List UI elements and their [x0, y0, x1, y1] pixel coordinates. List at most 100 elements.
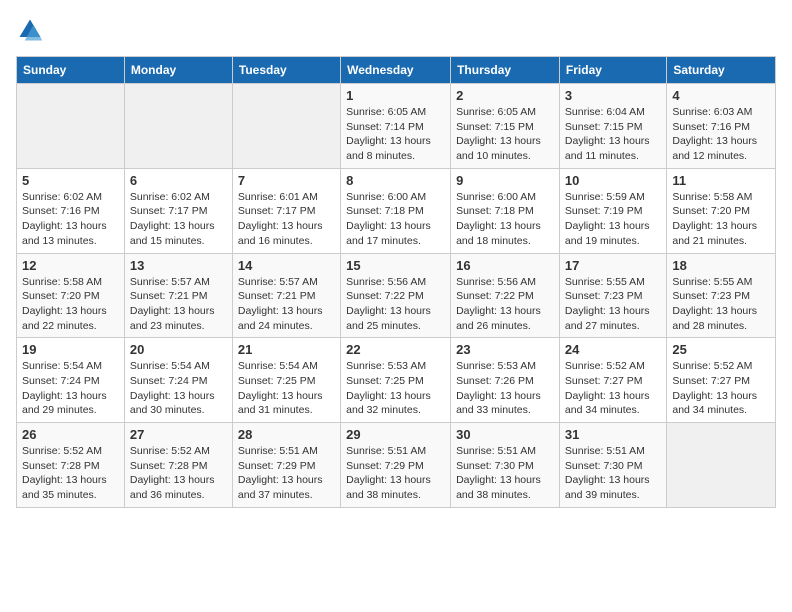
day-info: Sunrise: 5:53 AM Sunset: 7:26 PM Dayligh…: [456, 359, 554, 418]
calendar-cell: 25 Sunrise: 5:52 AM Sunset: 7:27 PM Dayli…: [667, 338, 776, 423]
calendar-cell: 1 Sunrise: 6:05 AM Sunset: 7:14 PM Daylig…: [341, 84, 451, 169]
calendar-cell: 29 Sunrise: 5:51 AM Sunset: 7:29 PM Dayli…: [341, 423, 451, 508]
calendar-cell: 6 Sunrise: 6:02 AM Sunset: 7:17 PM Daylig…: [124, 168, 232, 253]
day-number: 7: [238, 173, 335, 188]
calendar-cell: 11 Sunrise: 5:58 AM Sunset: 7:20 PM Dayli…: [667, 168, 776, 253]
weekday-header: Monday: [124, 57, 232, 84]
day-info: Sunrise: 5:58 AM Sunset: 7:20 PM Dayligh…: [672, 190, 770, 249]
day-info: Sunrise: 5:52 AM Sunset: 7:27 PM Dayligh…: [672, 359, 770, 418]
calendar-cell: 21 Sunrise: 5:54 AM Sunset: 7:25 PM Dayli…: [232, 338, 340, 423]
calendar-cell: 15 Sunrise: 5:56 AM Sunset: 7:22 PM Dayli…: [341, 253, 451, 338]
day-number: 12: [22, 258, 119, 273]
day-number: 25: [672, 342, 770, 357]
calendar-cell: [667, 423, 776, 508]
calendar-cell: 2 Sunrise: 6:05 AM Sunset: 7:15 PM Daylig…: [451, 84, 560, 169]
page-header: [16, 16, 776, 44]
day-info: Sunrise: 6:05 AM Sunset: 7:14 PM Dayligh…: [346, 105, 445, 164]
day-info: Sunrise: 5:51 AM Sunset: 7:29 PM Dayligh…: [346, 444, 445, 503]
calendar-table: SundayMondayTuesdayWednesdayThursdayFrid…: [16, 56, 776, 508]
weekday-header-row: SundayMondayTuesdayWednesdayThursdayFrid…: [17, 57, 776, 84]
calendar-cell: 16 Sunrise: 5:56 AM Sunset: 7:22 PM Dayli…: [451, 253, 560, 338]
calendar-cell: 3 Sunrise: 6:04 AM Sunset: 7:15 PM Daylig…: [559, 84, 666, 169]
day-info: Sunrise: 6:05 AM Sunset: 7:15 PM Dayligh…: [456, 105, 554, 164]
day-info: Sunrise: 6:04 AM Sunset: 7:15 PM Dayligh…: [565, 105, 661, 164]
calendar-week-row: 26 Sunrise: 5:52 AM Sunset: 7:28 PM Dayli…: [17, 423, 776, 508]
day-info: Sunrise: 5:54 AM Sunset: 7:24 PM Dayligh…: [130, 359, 227, 418]
day-number: 9: [456, 173, 554, 188]
day-number: 1: [346, 88, 445, 103]
calendar-cell: 22Sunrise: 5:53 AM Sunset: 7:25 PM Dayli…: [341, 338, 451, 423]
day-number: 11: [672, 173, 770, 188]
day-number: 2: [456, 88, 554, 103]
calendar-cell: [17, 84, 125, 169]
day-info: Sunrise: 6:02 AM Sunset: 7:16 PM Dayligh…: [22, 190, 119, 249]
day-number: 22: [346, 342, 445, 357]
day-info: Sunrise: 5:57 AM Sunset: 7:21 PM Dayligh…: [130, 275, 227, 334]
calendar-cell: 30Sunrise: 5:51 AM Sunset: 7:30 PM Dayli…: [451, 423, 560, 508]
day-info: Sunrise: 5:57 AM Sunset: 7:21 PM Dayligh…: [238, 275, 335, 334]
calendar-week-row: 12 Sunrise: 5:58 AM Sunset: 7:20 PM Dayli…: [17, 253, 776, 338]
day-number: 18: [672, 258, 770, 273]
calendar-cell: 14 Sunrise: 5:57 AM Sunset: 7:21 PM Dayli…: [232, 253, 340, 338]
day-number: 28: [238, 427, 335, 442]
day-info: Sunrise: 5:51 AM Sunset: 7:29 PM Dayligh…: [238, 444, 335, 503]
calendar-cell: 26 Sunrise: 5:52 AM Sunset: 7:28 PM Dayli…: [17, 423, 125, 508]
calendar-cell: 17 Sunrise: 5:55 AM Sunset: 7:23 PM Dayli…: [559, 253, 666, 338]
calendar-cell: 4 Sunrise: 6:03 AM Sunset: 7:16 PM Daylig…: [667, 84, 776, 169]
day-info: Sunrise: 5:54 AM Sunset: 7:25 PM Dayligh…: [238, 359, 335, 418]
calendar-cell: 8Sunrise: 6:00 AM Sunset: 7:18 PM Daylig…: [341, 168, 451, 253]
day-info: Sunrise: 6:02 AM Sunset: 7:17 PM Dayligh…: [130, 190, 227, 249]
calendar-cell: [232, 84, 340, 169]
day-number: 14: [238, 258, 335, 273]
day-info: Sunrise: 6:00 AM Sunset: 7:18 PM Dayligh…: [456, 190, 554, 249]
calendar-cell: 9 Sunrise: 6:00 AM Sunset: 7:18 PM Daylig…: [451, 168, 560, 253]
calendar-cell: 23 Sunrise: 5:53 AM Sunset: 7:26 PM Dayli…: [451, 338, 560, 423]
day-number: 15: [346, 258, 445, 273]
weekday-header: Wednesday: [341, 57, 451, 84]
weekday-header: Tuesday: [232, 57, 340, 84]
calendar-cell: 20Sunrise: 5:54 AM Sunset: 7:24 PM Dayli…: [124, 338, 232, 423]
day-info: Sunrise: 5:59 AM Sunset: 7:19 PM Dayligh…: [565, 190, 661, 249]
calendar-cell: 27Sunrise: 5:52 AM Sunset: 7:28 PM Dayli…: [124, 423, 232, 508]
day-number: 23: [456, 342, 554, 357]
day-info: Sunrise: 5:55 AM Sunset: 7:23 PM Dayligh…: [565, 275, 661, 334]
day-number: 27: [130, 427, 227, 442]
weekday-header: Friday: [559, 57, 666, 84]
day-info: Sunrise: 5:52 AM Sunset: 7:28 PM Dayligh…: [22, 444, 119, 503]
day-info: Sunrise: 5:56 AM Sunset: 7:22 PM Dayligh…: [456, 275, 554, 334]
day-number: 31: [565, 427, 661, 442]
day-info: Sunrise: 5:55 AM Sunset: 7:23 PM Dayligh…: [672, 275, 770, 334]
day-number: 26: [22, 427, 119, 442]
day-info: Sunrise: 5:52 AM Sunset: 7:27 PM Dayligh…: [565, 359, 661, 418]
day-number: 8: [346, 173, 445, 188]
day-number: 13: [130, 258, 227, 273]
calendar-week-row: 1 Sunrise: 6:05 AM Sunset: 7:14 PM Daylig…: [17, 84, 776, 169]
day-info: Sunrise: 5:56 AM Sunset: 7:22 PM Dayligh…: [346, 275, 445, 334]
day-info: Sunrise: 5:51 AM Sunset: 7:30 PM Dayligh…: [456, 444, 554, 503]
day-number: 4: [672, 88, 770, 103]
logo: [16, 16, 48, 44]
day-info: Sunrise: 5:54 AM Sunset: 7:24 PM Dayligh…: [22, 359, 119, 418]
day-number: 17: [565, 258, 661, 273]
day-number: 16: [456, 258, 554, 273]
weekday-header: Thursday: [451, 57, 560, 84]
day-number: 19: [22, 342, 119, 357]
calendar-week-row: 19 Sunrise: 5:54 AM Sunset: 7:24 PM Dayli…: [17, 338, 776, 423]
weekday-header: Sunday: [17, 57, 125, 84]
day-info: Sunrise: 5:51 AM Sunset: 7:30 PM Dayligh…: [565, 444, 661, 503]
day-info: Sunrise: 5:58 AM Sunset: 7:20 PM Dayligh…: [22, 275, 119, 334]
day-number: 24: [565, 342, 661, 357]
day-number: 6: [130, 173, 227, 188]
calendar-cell: 19 Sunrise: 5:54 AM Sunset: 7:24 PM Dayli…: [17, 338, 125, 423]
day-number: 3: [565, 88, 661, 103]
day-info: Sunrise: 6:01 AM Sunset: 7:17 PM Dayligh…: [238, 190, 335, 249]
day-info: Sunrise: 6:03 AM Sunset: 7:16 PM Dayligh…: [672, 105, 770, 164]
day-number: 29: [346, 427, 445, 442]
calendar-cell: 7 Sunrise: 6:01 AM Sunset: 7:17 PM Daylig…: [232, 168, 340, 253]
calendar-cell: 13 Sunrise: 5:57 AM Sunset: 7:21 PM Dayli…: [124, 253, 232, 338]
calendar-cell: [124, 84, 232, 169]
day-number: 21: [238, 342, 335, 357]
calendar-cell: 28 Sunrise: 5:51 AM Sunset: 7:29 PM Dayli…: [232, 423, 340, 508]
calendar-cell: 12 Sunrise: 5:58 AM Sunset: 7:20 PM Dayli…: [17, 253, 125, 338]
calendar-week-row: 5Sunrise: 6:02 AM Sunset: 7:16 PM Daylig…: [17, 168, 776, 253]
